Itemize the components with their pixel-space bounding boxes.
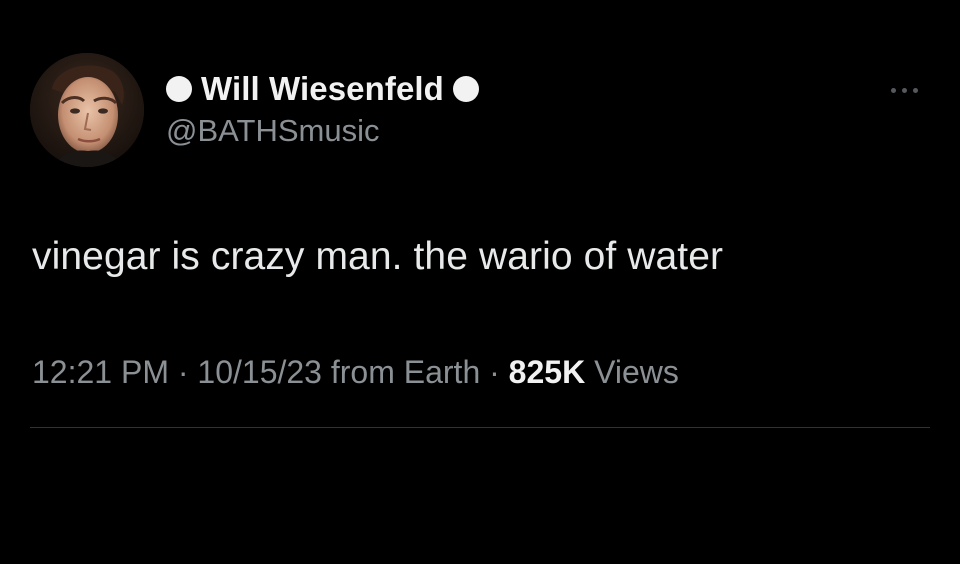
tweet-card: Will Wiesenfeld @BATHSmusic vinegar is c… bbox=[0, 0, 960, 564]
more-dot bbox=[890, 87, 896, 93]
meta-separator: · bbox=[168, 354, 198, 390]
more-dot bbox=[912, 87, 918, 93]
views-count[interactable]: 825K bbox=[509, 354, 586, 390]
more-options-icon[interactable] bbox=[880, 78, 928, 102]
white-dot-icon bbox=[452, 76, 479, 102]
white-dot-icon bbox=[166, 76, 192, 102]
tweet-time[interactable]: 12:21 PM bbox=[32, 354, 169, 390]
author-display-name[interactable]: Will Wiesenfeld bbox=[201, 70, 444, 108]
meta-separator: · bbox=[480, 354, 509, 390]
more-dot bbox=[901, 87, 907, 93]
divider bbox=[30, 427, 930, 428]
tweet-date[interactable]: 10/15/23 bbox=[197, 354, 322, 390]
tweet-source: from Earth bbox=[330, 354, 481, 390]
avatar[interactable] bbox=[30, 53, 144, 167]
tweet-meta: 12:21 PM · 10/15/23 from Earth · 825K Vi… bbox=[32, 354, 679, 391]
tweet-text: vinegar is crazy man. the wario of water bbox=[32, 235, 724, 278]
views-label: Views bbox=[594, 354, 679, 390]
avatar-portrait-image bbox=[30, 53, 144, 167]
author-name-row[interactable]: Will Wiesenfeld bbox=[166, 67, 479, 111]
author-handle[interactable]: @BATHSmusic bbox=[166, 113, 379, 149]
